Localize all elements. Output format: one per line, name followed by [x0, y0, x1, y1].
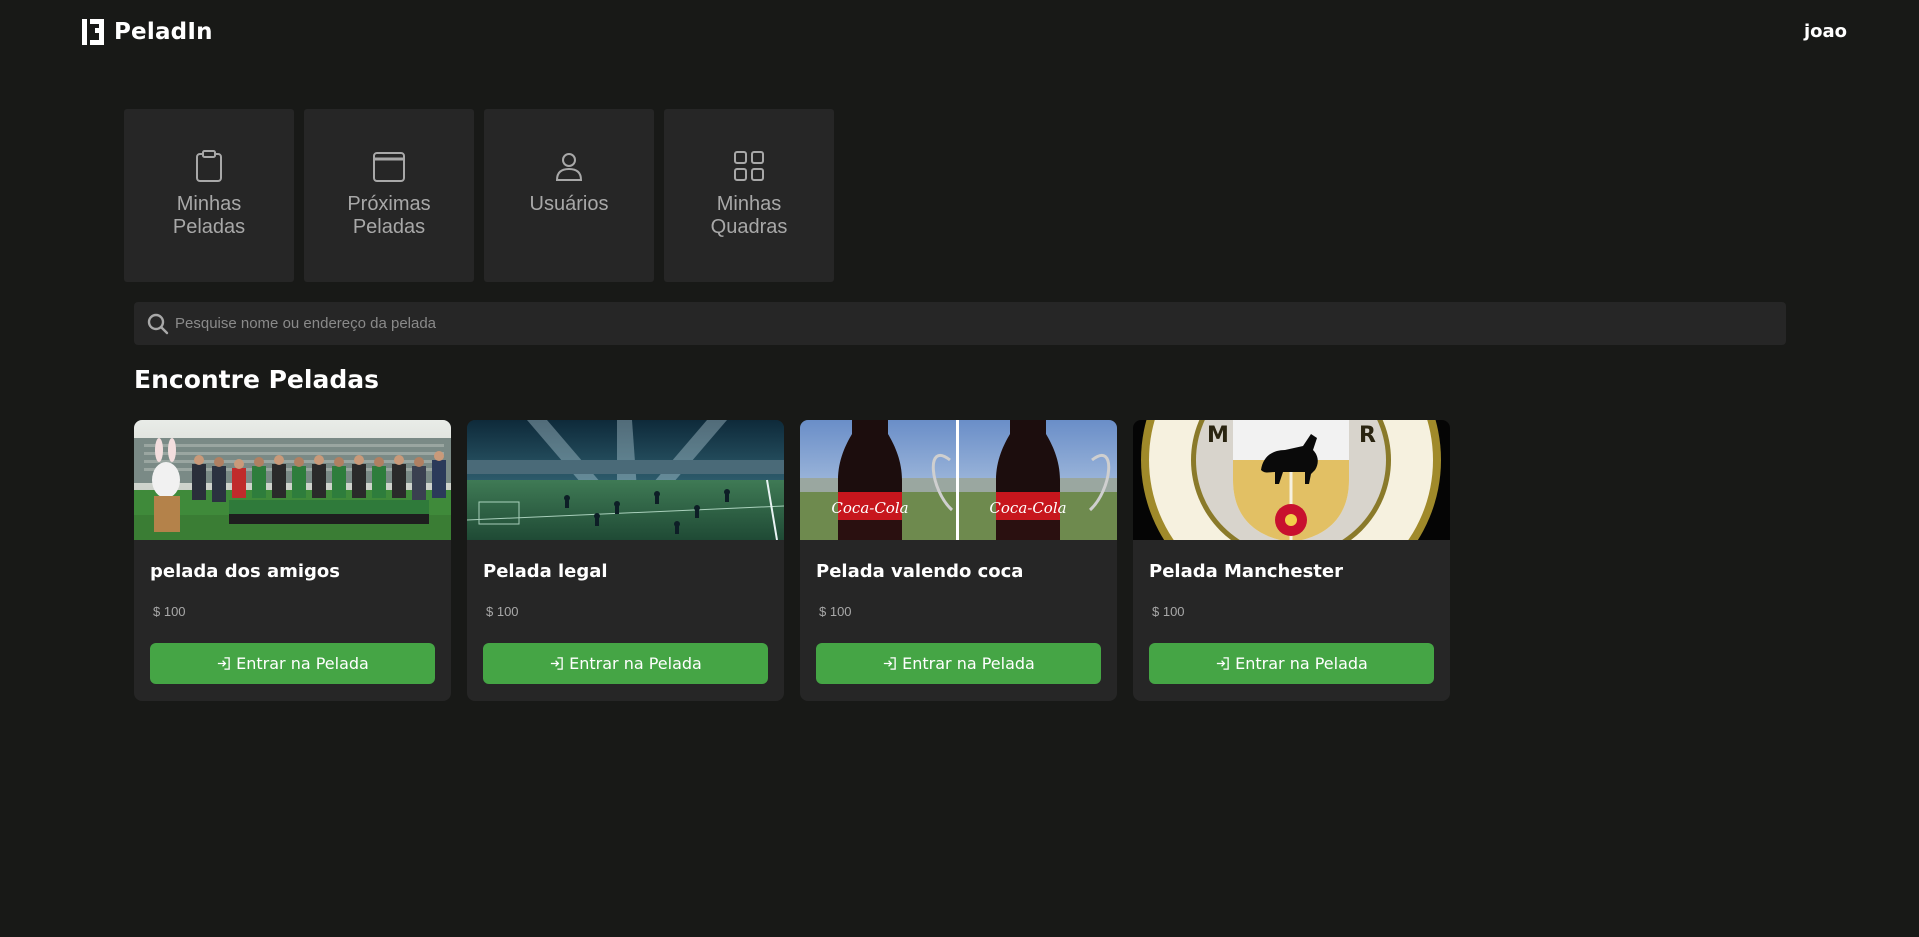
card-price: $ 100	[153, 604, 186, 619]
user-icon	[555, 153, 583, 181]
brand-logo-icon	[82, 19, 104, 45]
tile-minhas-quadras[interactable]: Minhas Quadras	[664, 109, 834, 282]
join-pelada-label: Entrar na Pelada	[902, 654, 1035, 673]
tile-label: Minhas Quadras	[710, 193, 788, 238]
login-icon	[884, 657, 896, 670]
card-price: $ 100	[486, 604, 519, 619]
card-price: $ 100	[819, 604, 852, 619]
svg-text:Coca‑Cola: Coca‑Cola	[989, 499, 1066, 517]
pelada-list: pelada dos amigos $ 100 Entrar na Pelada	[134, 420, 1450, 701]
search-bar	[134, 302, 1786, 345]
join-pelada-button[interactable]: Entrar na Pelada	[1149, 643, 1434, 684]
card-title: Pelada legal	[483, 561, 608, 582]
card-image-stadium	[467, 420, 784, 540]
card-title: Pelada valendo coca	[816, 561, 1024, 582]
join-pelada-label: Entrar na Pelada	[569, 654, 702, 673]
card-image-team-photo	[134, 420, 451, 540]
pelada-card: Coca‑Cola Coca‑Cola Pelada valendo coca …	[800, 420, 1117, 701]
login-icon	[218, 657, 230, 670]
svg-text:Coca‑Cola: Coca‑Cola	[831, 499, 908, 517]
tile-label: Usuários	[529, 193, 609, 215]
join-pelada-button[interactable]: Entrar na Pelada	[816, 643, 1101, 684]
pelada-card: pelada dos amigos $ 100 Entrar na Pelada	[134, 420, 451, 701]
tile-label: Minhas Peladas	[172, 193, 246, 238]
join-pelada-button[interactable]: Entrar na Pelada	[150, 643, 435, 684]
svg-text:M: M	[1207, 423, 1229, 448]
login-icon	[1217, 657, 1229, 670]
card-price: $ 100	[1152, 604, 1185, 619]
search-input[interactable]	[175, 302, 1786, 345]
card-title: Pelada Manchester	[1149, 561, 1343, 582]
quick-nav: Minhas Peladas Próximas Peladas Usuários…	[124, 109, 834, 282]
card-title: pelada dos amigos	[150, 561, 340, 582]
brand-name: PeladIn	[114, 19, 213, 45]
user-menu[interactable]: joao	[1804, 21, 1847, 42]
login-icon	[551, 657, 563, 670]
pelada-card: Pelada legal $ 100 Entrar na Pelada	[467, 420, 784, 701]
card-image-coca-cola: Coca‑Cola Coca‑Cola	[800, 420, 1117, 540]
pelada-card: M R Pelada Manchester $ 100 Entrar na Pe…	[1133, 420, 1450, 701]
brand[interactable]: PeladIn	[82, 17, 213, 47]
join-pelada-label: Entrar na Pelada	[1235, 654, 1368, 673]
svg-text:R: R	[1359, 423, 1376, 448]
tile-label: Próximas Peladas	[347, 193, 431, 238]
tile-usuarios[interactable]: Usuários	[484, 109, 654, 282]
join-pelada-button[interactable]: Entrar na Pelada	[483, 643, 768, 684]
calendar-icon	[373, 152, 405, 182]
join-pelada-label: Entrar na Pelada	[236, 654, 369, 673]
grid-icon	[734, 151, 764, 181]
tile-minhas-peladas[interactable]: Minhas Peladas	[124, 109, 294, 282]
clipboard-icon	[196, 150, 222, 182]
section-title: Encontre Peladas	[134, 365, 379, 394]
top-bar: PeladIn joao	[0, 0, 1919, 64]
card-image-club-crest: M R	[1133, 420, 1450, 540]
search-icon	[147, 313, 169, 334]
tile-proximas-peladas[interactable]: Próximas Peladas	[304, 109, 474, 282]
